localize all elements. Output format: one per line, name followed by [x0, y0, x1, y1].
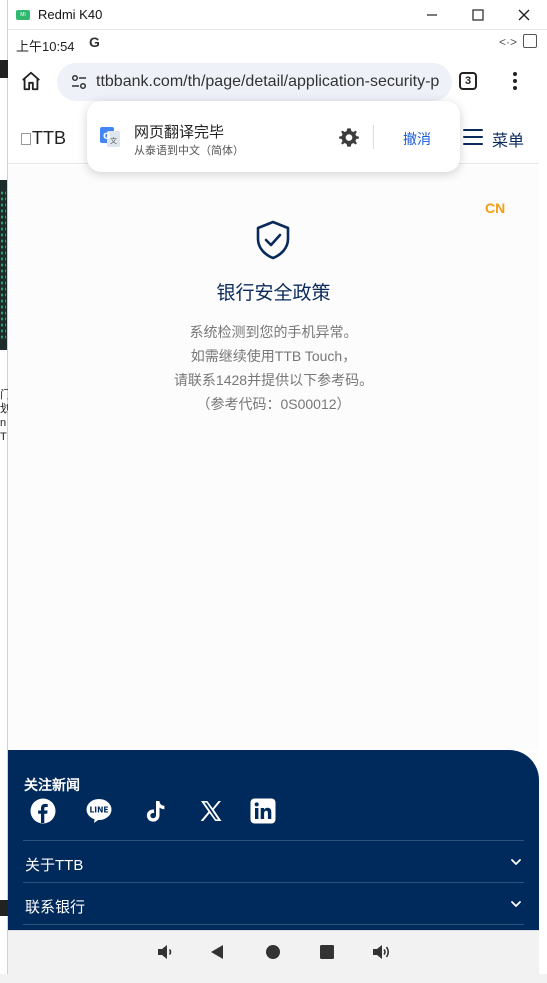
- browser-menu-button[interactable]: [508, 70, 522, 92]
- site-footer: 关注新闻 LINE 关于TTB 联系银行: [8, 750, 539, 930]
- ttb-logo[interactable]: TTB: [21, 128, 69, 150]
- hamburger-icon[interactable]: [463, 129, 483, 145]
- desktop-fragment: [0, 900, 8, 916]
- translate-subtitle: 从泰语到中文（简体）: [134, 145, 244, 157]
- desktop-fragment: [0, 190, 6, 340]
- tiktok-icon[interactable]: [142, 798, 168, 824]
- address-bar[interactable]: ttbbank.com/th/page/detail/application-s…: [57, 63, 452, 101]
- menu-label[interactable]: 菜单: [492, 127, 524, 151]
- dot-icon: [513, 86, 517, 90]
- google-icon: G: [89, 34, 100, 50]
- screen-icon: [523, 34, 537, 48]
- x-twitter-icon[interactable]: [198, 798, 224, 824]
- maximize-button[interactable]: [455, 0, 501, 30]
- status-time: 上午10:54: [16, 39, 75, 54]
- minimize-button[interactable]: [409, 0, 455, 30]
- message-line: 如需继续使用TTB Touch，: [190, 348, 357, 364]
- window-title: Redmi K40: [38, 7, 103, 22]
- chevron-down-icon: [511, 901, 521, 907]
- undo-translate-button[interactable]: 撤消: [403, 129, 431, 149]
- facebook-icon[interactable]: [30, 798, 56, 824]
- footer-row-label: 关于TTB: [25, 857, 84, 874]
- window-bottom-edge: [0, 974, 547, 983]
- desktop-text-fragment: 门 划 n T: [0, 389, 8, 443]
- broken-image-icon: [21, 133, 31, 145]
- footer-row-about[interactable]: 关于TTB: [23, 840, 524, 882]
- window-titlebar: MI Redmi K40: [8, 0, 547, 30]
- app-icon-label: MI: [20, 11, 26, 18]
- status-bar: 上午10:54 G <·>: [8, 30, 547, 56]
- volume-down-icon[interactable]: [155, 942, 175, 962]
- google-translate-icon: G 文: [100, 127, 120, 147]
- gear-icon[interactable]: [338, 126, 360, 148]
- dot-icon: [513, 72, 517, 76]
- svg-text:LINE: LINE: [90, 806, 109, 815]
- minimize-icon: [427, 14, 437, 16]
- navigation-bar: [8, 930, 539, 974]
- code-icon: <·>: [498, 35, 517, 49]
- reference-code: （参考代码：0S00012）: [196, 396, 351, 412]
- desktop-background: [0, 0, 8, 983]
- shield-check-icon: [256, 220, 290, 260]
- home-nav-icon[interactable]: [263, 942, 283, 962]
- logo-alt-text: TTB: [32, 128, 66, 148]
- home-icon[interactable]: [20, 70, 42, 92]
- divider: [373, 125, 374, 149]
- app-icon: MI: [16, 9, 30, 20]
- translate-title: 网页翻译完毕: [134, 124, 225, 141]
- back-icon[interactable]: [207, 942, 227, 962]
- dot-icon: [513, 79, 517, 83]
- recents-icon[interactable]: [317, 942, 337, 962]
- page-title: 银行安全政策: [216, 283, 331, 304]
- close-window-button[interactable]: [501, 0, 547, 30]
- footer-row-contact[interactable]: 联系银行: [23, 882, 524, 924]
- main-content: CN 银行安全政策 系统检测到您的手机异常。 如需继续使用TTB Touch， …: [8, 165, 539, 750]
- tab-switcher-button[interactable]: 3: [459, 72, 477, 90]
- svg-text:文: 文: [110, 136, 117, 145]
- language-switcher[interactable]: CN: [485, 200, 505, 216]
- site-settings-icon[interactable]: [70, 73, 88, 91]
- message-line: 请联系1428并提供以下参考码。: [173, 372, 374, 388]
- emulator-window: 门 划 n T MI Redmi K40 上午10:54 G <·> ttbba…: [0, 0, 547, 983]
- chevron-down-icon: [511, 859, 521, 865]
- url-text[interactable]: ttbbank.com/th/page/detail/application-s…: [96, 73, 439, 91]
- footer-row-label: 联系银行: [25, 899, 86, 916]
- maximize-icon: [472, 9, 484, 21]
- volume-up-icon[interactable]: [371, 942, 391, 962]
- message-line: 系统检测到您的手机异常。: [189, 324, 358, 340]
- follow-news-label: 关注新闻: [24, 777, 80, 793]
- desktop-fragment: [0, 60, 8, 78]
- line-icon[interactable]: LINE: [86, 798, 112, 824]
- translate-popup: G 文 网页翻译完毕 从泰语到中文（简体） 撤消: [87, 101, 460, 172]
- close-icon: [518, 9, 530, 21]
- linkedin-icon[interactable]: [250, 798, 276, 824]
